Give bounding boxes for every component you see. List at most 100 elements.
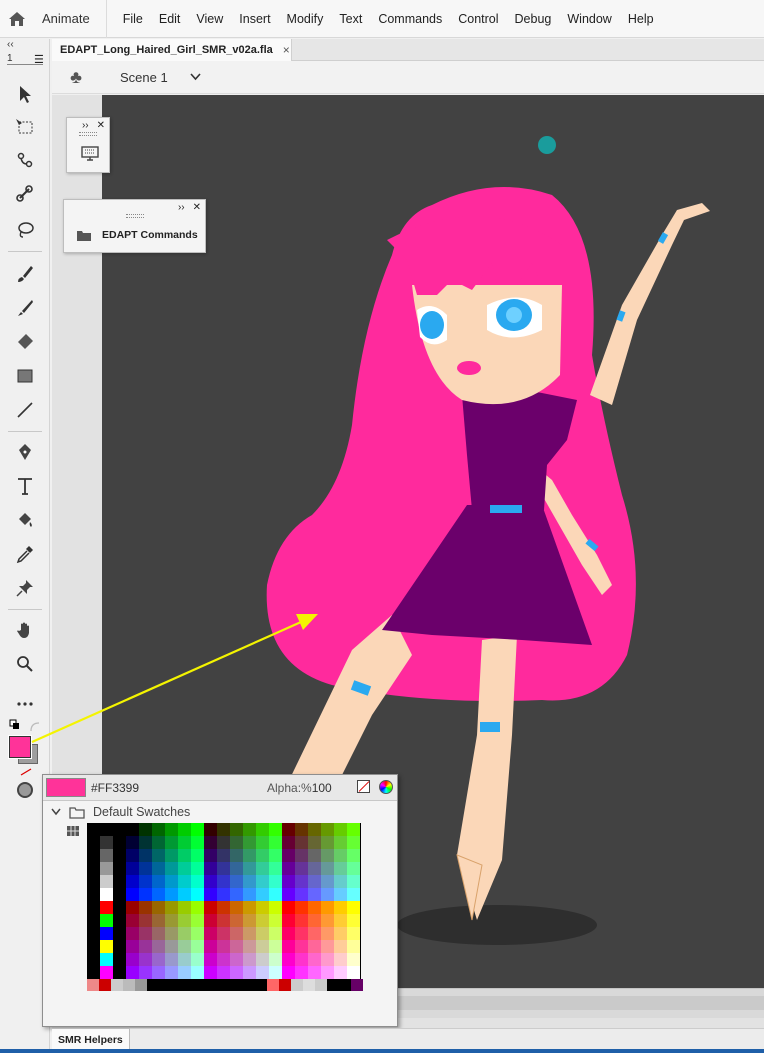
swatch-cell[interactable] — [183, 979, 195, 991]
swatch-cell[interactable] — [243, 862, 256, 875]
swatch-cell[interactable] — [191, 953, 204, 966]
swatch-cell[interactable] — [321, 953, 334, 966]
swatch-cell[interactable] — [321, 875, 334, 888]
swatch-cell[interactable] — [243, 901, 256, 914]
swatch-cell[interactable] — [204, 823, 217, 836]
swatch-cell[interactable] — [267, 979, 279, 991]
hex-value[interactable]: #FF3399 — [91, 781, 139, 795]
swatch-cell[interactable] — [295, 823, 308, 836]
swatch-cell[interactable] — [152, 914, 165, 927]
swatch-cell[interactable] — [165, 940, 178, 953]
swatch-cell[interactable] — [321, 940, 334, 953]
swatch-cell[interactable] — [152, 875, 165, 888]
swatch-cell[interactable] — [269, 901, 282, 914]
swatch-cell[interactable] — [126, 836, 139, 849]
default-swatches-folder[interactable]: Default Swatches — [51, 805, 190, 819]
swatch-cell[interactable] — [178, 940, 191, 953]
swatch-cell[interactable] — [256, 953, 269, 966]
swatch-cell[interactable] — [204, 927, 217, 940]
swatch-cell[interactable] — [217, 849, 230, 862]
swatch-cell[interactable] — [334, 953, 347, 966]
swatch-cell[interactable] — [269, 888, 282, 901]
swatch-cell[interactable] — [243, 940, 256, 953]
monitor-icon[interactable] — [81, 146, 99, 165]
swatch-cell[interactable] — [321, 823, 334, 836]
swatch-cell[interactable] — [100, 927, 113, 940]
swatch-cell[interactable] — [100, 940, 113, 953]
no-color-button[interactable] — [357, 780, 370, 793]
alpha-value[interactable]: 100 — [312, 781, 332, 795]
swatch-cell[interactable] — [347, 888, 360, 901]
swatch-cell[interactable] — [178, 862, 191, 875]
swatch-cell[interactable] — [99, 979, 111, 991]
swatch-cell[interactable] — [178, 875, 191, 888]
swatch-cell[interactable] — [321, 836, 334, 849]
panel-grip[interactable] — [79, 132, 97, 136]
swatch-cell[interactable] — [126, 953, 139, 966]
swatch-cell[interactable] — [315, 979, 327, 991]
swatch-cell[interactable] — [351, 979, 363, 991]
swatch-cell[interactable] — [230, 927, 243, 940]
swatch-cell[interactable] — [347, 823, 360, 836]
swatch-cell[interactable] — [347, 836, 360, 849]
swatch-cell[interactable] — [282, 823, 295, 836]
swatch-cell[interactable] — [139, 901, 152, 914]
swatch-cell[interactable] — [334, 914, 347, 927]
swatch-cell[interactable] — [100, 823, 113, 836]
swatch-cell[interactable] — [256, 862, 269, 875]
swatch-cell[interactable] — [217, 927, 230, 940]
swatch-cell[interactable] — [282, 901, 295, 914]
swatch-cell[interactable] — [204, 862, 217, 875]
swatch-cell[interactable] — [334, 888, 347, 901]
swatch-cell[interactable] — [308, 953, 321, 966]
swatch-cell[interactable] — [334, 875, 347, 888]
swatch-cell[interactable] — [230, 940, 243, 953]
swatch-cell[interactable] — [100, 966, 113, 979]
swatch-cell[interactable] — [165, 862, 178, 875]
swatch-cell[interactable] — [126, 888, 139, 901]
swatch-cell[interactable] — [126, 966, 139, 979]
swatch-cell[interactable] — [347, 966, 360, 979]
swatch-cell[interactable] — [308, 875, 321, 888]
swatch-cell[interactable] — [256, 966, 269, 979]
swatch-cell[interactable] — [152, 901, 165, 914]
swatch-cell[interactable] — [152, 940, 165, 953]
swatch-cell[interactable] — [217, 875, 230, 888]
swatch-cell[interactable] — [100, 901, 113, 914]
swatch-cell[interactable] — [269, 862, 282, 875]
swatch-cell[interactable] — [230, 823, 243, 836]
swatch-cell[interactable] — [295, 914, 308, 927]
swatch-cell[interactable] — [204, 875, 217, 888]
swatch-cell[interactable] — [243, 849, 256, 862]
swatch-cell[interactable] — [279, 979, 291, 991]
swatch-cell[interactable] — [243, 914, 256, 927]
swatch-cell[interactable] — [230, 888, 243, 901]
swatch-cell[interactable] — [191, 836, 204, 849]
swatch-cell[interactable] — [230, 836, 243, 849]
swatch-cell[interactable] — [308, 888, 321, 901]
swatch-cell[interactable] — [204, 901, 217, 914]
swatch-cell[interactable] — [204, 940, 217, 953]
swatch-cell[interactable] — [178, 849, 191, 862]
swatch-cell[interactable] — [217, 966, 230, 979]
swatch-cell[interactable] — [243, 927, 256, 940]
swatch-cell[interactable] — [334, 901, 347, 914]
swatch-cell[interactable] — [334, 849, 347, 862]
swatch-cell[interactable] — [295, 966, 308, 979]
swatch-cell[interactable] — [295, 927, 308, 940]
swatch-cell[interactable] — [139, 953, 152, 966]
swatch-cell[interactable] — [178, 953, 191, 966]
swatch-cell[interactable] — [191, 940, 204, 953]
swatch-cell[interactable] — [347, 914, 360, 927]
swatch-cell[interactable] — [191, 927, 204, 940]
swatch-cell[interactable] — [308, 914, 321, 927]
swatch-cell[interactable] — [256, 823, 269, 836]
swatch-cell[interactable] — [243, 953, 256, 966]
swatch-cell[interactable] — [256, 888, 269, 901]
swatch-cell[interactable] — [308, 849, 321, 862]
panel-grip[interactable] — [125, 214, 144, 218]
swatch-cell[interactable] — [100, 862, 113, 875]
swatch-cell[interactable] — [191, 823, 204, 836]
swatch-cell[interactable] — [230, 914, 243, 927]
swatch-cell[interactable] — [269, 914, 282, 927]
